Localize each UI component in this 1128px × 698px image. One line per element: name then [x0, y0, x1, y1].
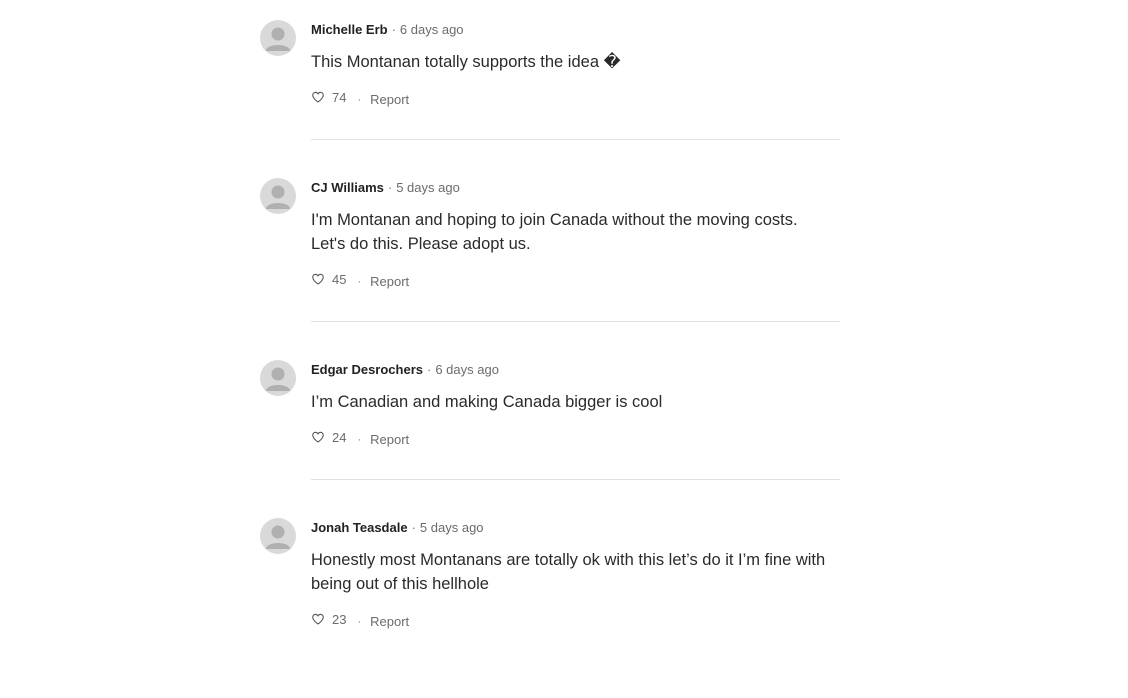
comment-meta: Jonah Teasdale · 5 days ago	[311, 518, 840, 538]
heart-outline-icon	[312, 431, 324, 443]
comment-item: Edgar Desrochers · 6 days ago I’m Canadian…	[260, 360, 840, 540]
heart-outline-icon	[312, 91, 324, 103]
avatar[interactable]	[260, 20, 296, 56]
like-count: 45	[332, 272, 347, 287]
comment-actions: 24 · Report	[311, 426, 840, 448]
heart-outline-icon	[312, 613, 324, 625]
comment-body: Jonah Teasdale · 5 days ago Honestly most …	[311, 518, 840, 630]
meta-separator: ·	[411, 520, 416, 535]
comment-text: This Montanan totally supports the idea …	[311, 53, 621, 71]
comment-text: Honestly most Montanans are totally ok w…	[311, 551, 826, 593]
default-user-avatar-icon	[266, 367, 290, 391]
default-user-avatar-icon	[266, 27, 290, 51]
comment-actions: 45 · Report	[311, 268, 840, 290]
comment-timestamp[interactable]: 6 days ago	[400, 22, 464, 37]
comment-divider	[311, 139, 840, 140]
meta-separator: ·	[427, 362, 432, 377]
comments-list: Michelle Erb · 6 days ago This Montanan to…	[0, 0, 1128, 647]
avatar[interactable]	[260, 360, 296, 396]
comment-author[interactable]: Michelle Erb	[311, 22, 388, 37]
meta-separator: ·	[391, 22, 396, 37]
report-link[interactable]: Report	[370, 432, 409, 447]
report-link[interactable]: Report	[370, 614, 409, 629]
comment-timestamp[interactable]: 5 days ago	[420, 520, 484, 535]
like-button[interactable]: 24	[311, 426, 346, 448]
comment-text: I’m Canadian and making Canada bigger is…	[311, 393, 663, 411]
actions-dot: ·	[357, 276, 362, 288]
comment-body: Edgar Desrochers · 6 days ago I’m Canadian…	[311, 360, 840, 448]
comment-timestamp[interactable]: 5 days ago	[396, 180, 460, 195]
like-button[interactable]: 45	[311, 268, 346, 290]
meta-separator: ·	[387, 180, 393, 195]
default-user-avatar-icon	[266, 525, 290, 549]
comment-author[interactable]: Jonah Teasdale	[311, 520, 408, 535]
like-count: 24	[332, 430, 347, 445]
comment-meta: CJ Williams · 5 days ago	[311, 178, 840, 198]
default-user-avatar-icon	[266, 185, 290, 209]
comment-author[interactable]: CJ Williams	[311, 180, 384, 195]
comment-item: Jonah Teasdale · 5 days ago Honestly most …	[260, 518, 840, 698]
like-count: 74	[332, 90, 347, 105]
comment-actions: 74 · Report	[311, 86, 840, 108]
avatar[interactable]	[260, 178, 296, 214]
comment-item: Michelle Erb · 6 days ago This Montanan to…	[260, 20, 840, 200]
comment-body: CJ Williams · 5 days ago I'm Montanan and …	[311, 178, 840, 290]
comment-divider	[311, 479, 840, 480]
like-button[interactable]: 74	[311, 86, 346, 108]
actions-dot: ·	[357, 434, 362, 446]
comment-author[interactable]: Edgar Desrochers	[311, 362, 423, 377]
like-button[interactable]: 23	[311, 608, 346, 630]
comment-divider	[311, 321, 840, 322]
comment-item: CJ Williams · 5 days ago I'm Montanan and …	[260, 178, 840, 358]
comment-meta: Edgar Desrochers · 6 days ago	[311, 360, 840, 380]
report-link[interactable]: Report	[370, 92, 409, 107]
actions-dot: ·	[357, 616, 362, 628]
avatar[interactable]	[260, 518, 296, 554]
like-count: 23	[332, 612, 347, 627]
heart-outline-icon	[312, 273, 324, 285]
comment-timestamp[interactable]: 6 days ago	[435, 362, 499, 377]
comment-meta: Michelle Erb · 6 days ago	[311, 20, 840, 40]
comment-actions: 23 · Report	[311, 608, 840, 630]
actions-dot: ·	[357, 94, 362, 106]
comment-text: I'm Montanan and hoping to join Canada w…	[311, 211, 798, 253]
comment-body: Michelle Erb · 6 days ago This Montanan to…	[311, 20, 840, 108]
report-link[interactable]: Report	[370, 274, 409, 289]
